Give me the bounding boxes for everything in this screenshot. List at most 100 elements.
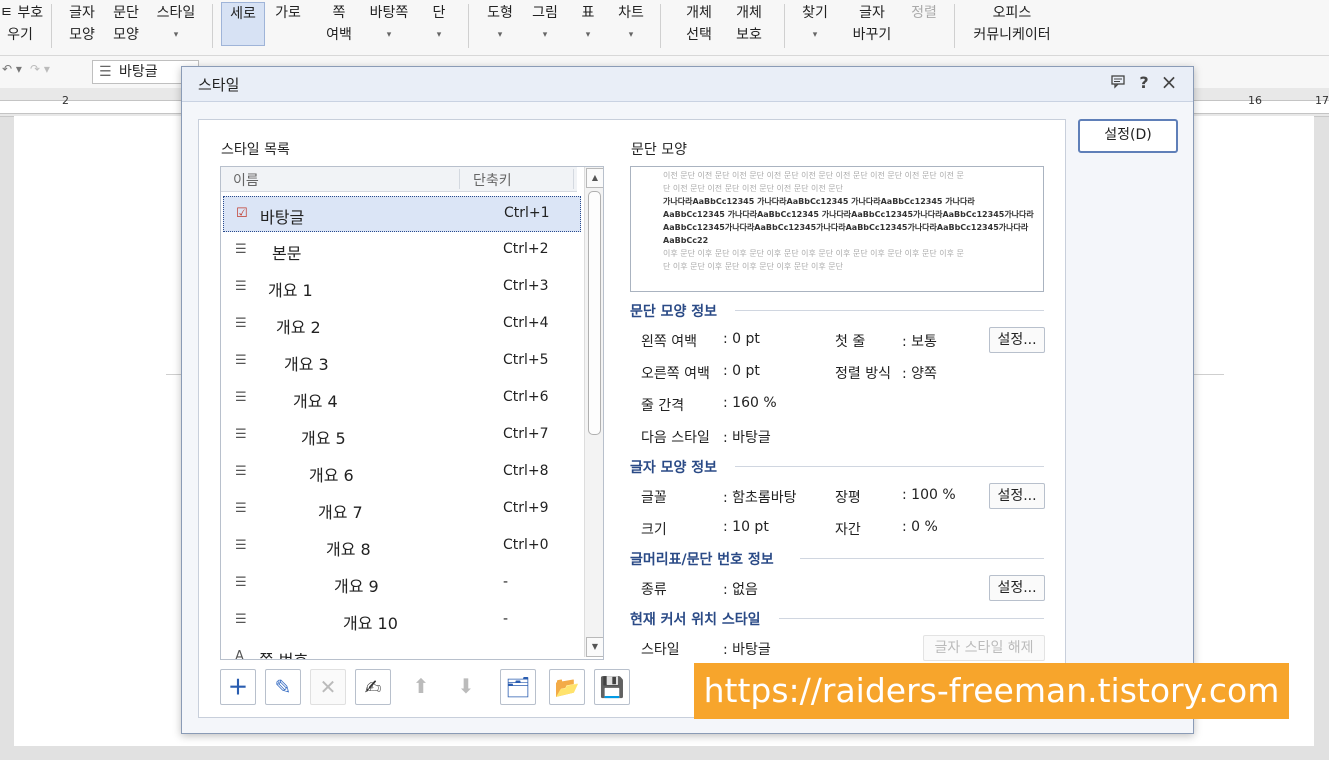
list-item[interactable]: A 쪽 번호 (223, 640, 579, 660)
style-name: 본문 (272, 244, 302, 263)
list-item[interactable]: ☰ 개요 1 Ctrl+3 (223, 270, 579, 304)
list-item[interactable]: ☰ 개요 9 - (223, 566, 579, 600)
folder-style-icon: 🗂 (505, 675, 531, 699)
label: 표 (581, 5, 595, 21)
chevron-down-icon: ▾ (628, 30, 634, 40)
chevron-down-icon: ▾ (173, 30, 179, 40)
ribbon-item-office-communicator[interactable]: 오피스 커뮤니케이터 (966, 2, 1058, 46)
list-item[interactable]: ☑ 바탕글 Ctrl+1 (223, 196, 581, 232)
scroll-thumb[interactable] (588, 191, 601, 435)
column-header-shortcut[interactable]: 단축키 (473, 170, 512, 190)
label: 우기 (7, 27, 33, 43)
comment-icon[interactable] (1108, 73, 1128, 93)
preview-prev-line: 단 이전 문단 이전 문단 이전 문단 이전 문단 이전 문단 (663, 184, 843, 193)
column-header-name[interactable]: 이름 (233, 170, 259, 190)
ribbon-item-para-shape[interactable]: 문단모양 (106, 2, 146, 46)
label: 도형 (487, 5, 513, 21)
ribbon-item-vertical[interactable]: 세로 (221, 2, 265, 46)
list-item[interactable]: ☰ 개요 10 - (223, 603, 579, 637)
list-item[interactable]: ☰ 본문 Ctrl+2 (223, 233, 579, 267)
divider (459, 169, 460, 189)
ribbon-item-object-select[interactable]: 개체 선택 (677, 2, 721, 46)
list-item[interactable]: ☰ 개요 5 Ctrl+7 (223, 418, 579, 452)
divider (954, 4, 955, 48)
preview-next-line: 단 이후 문단 이후 문단 이후 문단 이후 문단 이후 문단 (663, 262, 843, 271)
char-settings-button[interactable]: 설정... (989, 483, 1045, 509)
style-name: 개요 1 (268, 281, 313, 300)
edit-style-button[interactable]: ✎ (265, 669, 301, 705)
label: 스타일 (641, 642, 680, 658)
label: 정렬 방식 (835, 366, 891, 382)
scroll-up-icon[interactable]: ▲ (586, 168, 603, 188)
move-up-button[interactable]: ⬆ (404, 669, 438, 703)
ribbon-item-picture[interactable]: 그림 ▾ (528, 2, 562, 46)
label: 문단 (113, 5, 139, 21)
style-name: 바탕글 (260, 208, 305, 227)
ribbon-item-find[interactable]: 찾기 ▾ (798, 2, 832, 46)
paragraph-style-icon: ☰ (235, 390, 247, 405)
ribbon-item-chart[interactable]: 차트 ▾ (614, 2, 648, 46)
style-shortcut: Ctrl+3 (503, 278, 549, 294)
open-folder-button[interactable]: 📂 (549, 669, 585, 705)
label: 바탕쪽 (369, 5, 409, 21)
style-name: 개요 8 (326, 540, 371, 559)
list-item[interactable]: ☰ 개요 7 Ctrl+9 (223, 492, 579, 526)
save-button[interactable]: 💾 (594, 669, 630, 705)
ribbon-item-style[interactable]: 스타일 ▾ (152, 2, 200, 46)
ribbon-item-column[interactable]: 단 ▾ (428, 2, 450, 46)
paragraph-style-icon: ☰ (235, 316, 247, 331)
ribbon-item-master-page[interactable]: 바탕쪽 ▾ (366, 2, 412, 46)
label: 여백 (326, 27, 352, 43)
label: 모양 (113, 27, 139, 43)
label: 크기 (641, 522, 667, 538)
list-item[interactable]: ☰ 개요 8 Ctrl+0 (223, 529, 579, 563)
style-shortcut: - (503, 574, 509, 590)
clear-char-style-button[interactable]: 글자 스타일 해제 (923, 635, 1045, 661)
chevron-down-icon: ▾ (585, 30, 591, 40)
list-item[interactable]: ☰ 개요 4 Ctrl+6 (223, 381, 579, 415)
divider (784, 4, 785, 48)
ribbon-item-horizontal[interactable]: 가로 (268, 2, 308, 24)
list-item[interactable]: ☰ 개요 3 Ctrl+5 (223, 344, 579, 378)
style-name: 개요 6 (309, 466, 354, 485)
ribbon-item-char-shape[interactable]: 글자 모양 (62, 2, 102, 46)
list-item[interactable]: ☰ 개요 2 Ctrl+4 (223, 307, 579, 341)
para-settings-button[interactable]: 설정... (989, 327, 1045, 353)
redo-icon[interactable]: ↷ ▾ (30, 62, 50, 76)
label: 가로 (275, 5, 301, 21)
scroll-down-icon[interactable]: ▼ (586, 637, 603, 657)
dialog-titlebar[interactable]: 스타일 ? × (182, 67, 1193, 102)
value: : 0 % (902, 519, 938, 535)
move-down-button[interactable]: ⬇ (449, 669, 483, 703)
style-name: 개요 9 (334, 577, 379, 596)
ribbon-item-table[interactable]: 표 ▾ (578, 2, 598, 46)
ribbon-item-replace[interactable]: 글자 바꾸기 (846, 2, 898, 46)
value: : 160 % (723, 395, 777, 411)
undo-icon[interactable]: ↶ ▾ (2, 62, 22, 76)
eyedropper-icon: ✍ (364, 675, 382, 699)
style-list[interactable]: 이름 단축키 ☑ 바탕글 Ctrl+1 ☰ 본문 Ctrl+2 ☰ 개요 1 C… (220, 166, 604, 660)
value: : 10 pt (723, 519, 769, 535)
paragraph-style-icon: ☰ (235, 612, 247, 627)
delete-style-button[interactable]: ✕ (310, 669, 346, 705)
label: 오른쪽 여백 (641, 366, 710, 382)
style-picker-button[interactable]: ✍ (355, 669, 391, 705)
list-scrollbar[interactable]: ▲ ▼ (584, 167, 603, 657)
bullet-settings-button[interactable]: 설정... (989, 575, 1045, 601)
close-icon[interactable]: × (1159, 70, 1179, 94)
ribbon-item-shape[interactable]: 도형 ▾ (483, 2, 517, 46)
list-item[interactable]: ☰ 개요 6 Ctrl+8 (223, 455, 579, 489)
ribbon-item-sort[interactable]: 정렬 (906, 2, 942, 24)
add-style-button[interactable]: ＋ (220, 669, 256, 705)
style-import-button[interactable]: 🗂 (500, 669, 536, 705)
label: 단 (432, 5, 446, 21)
char-style-icon: A (235, 649, 244, 660)
ribbon-item-symbol[interactable]: ㅌ 부호 우기 (0, 2, 43, 46)
preview-prev-line: 이전 문단 이전 문단 이전 문단 이전 문단 이전 문단 이전 문단 이전 문… (663, 171, 964, 180)
delete-x-icon: ✕ (319, 675, 337, 699)
help-icon[interactable]: ? (1134, 73, 1154, 92)
ribbon-item-page-margin[interactable]: 쪽 여백 (314, 2, 364, 46)
paragraph-style-icon: ☰ (235, 501, 247, 516)
settings-button[interactable]: 설정(D) (1078, 119, 1178, 153)
ribbon-item-object-protect[interactable]: 개체 보호 (727, 2, 771, 46)
